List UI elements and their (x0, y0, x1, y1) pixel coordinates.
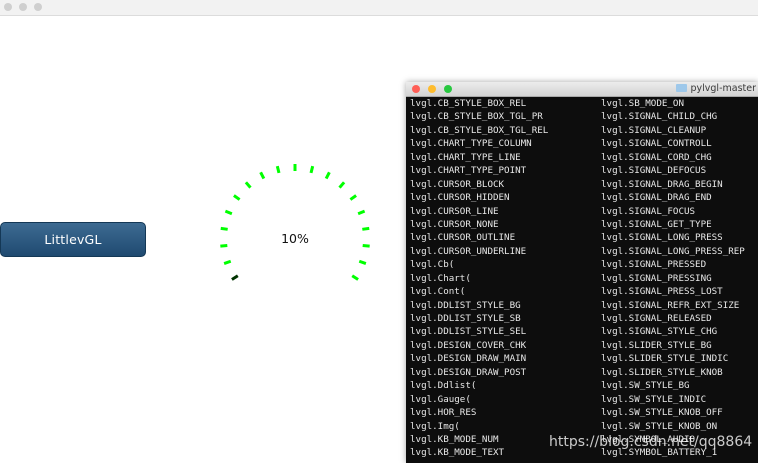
completion-item: lvgl.CHART_TYPE_LINE (410, 151, 521, 163)
completion-item: lvgl.SW_STYLE_KNOB_OFF (601, 407, 723, 419)
completion-item: lvgl.SIGNAL_DRAG_END (601, 192, 712, 204)
folder-icon (676, 83, 688, 92)
completion-item: lvgl.SIGNAL_STYLE_CHG (601, 326, 718, 338)
completion-column-right: lvgl.SB_MODE_ON lvgl.SIGNAL_CHILD_CHG lvgl… (601, 97, 745, 460)
gauge-tick (351, 274, 359, 281)
littlevgl-button[interactable]: LittlevGL (0, 222, 146, 257)
completion-item: lvgl.Ddlist( (410, 380, 477, 392)
completion-item: lvgl.SB_MODE_ON (601, 98, 684, 109)
completion-item: lvgl.SLIDER_STYLE_BG (601, 339, 712, 351)
completion-item: lvgl.CURSOR_BLOCK (410, 178, 505, 190)
completion-item: lvgl.CB_STYLE_BOX_TGL_PR (410, 111, 543, 123)
gauge-tick (338, 181, 346, 189)
completion-item: lvgl.SIGNAL_RELEASED (601, 313, 712, 324)
gauge-tick (357, 209, 366, 216)
completion-item: lvgl.CURSOR_LINE (410, 205, 499, 217)
completion-column-left: lvgl.CB_STYLE_BOX_REL lvgl.CB_STYLE_BOX_T… (410, 97, 548, 460)
completion-item: lvgl.DDLIST_STYLE_SB (410, 313, 521, 324)
completion-item: lvgl.SIGNAL_CORD_CHG (601, 151, 712, 163)
completion-item: lvgl.SIGNAL_GET_TYPE (601, 218, 712, 230)
gauge-tick (220, 243, 228, 248)
gauge-tick (324, 171, 331, 180)
completion-item: lvgl.Cont( (410, 286, 466, 298)
completion-item: lvgl.CB_STYLE_BOX_TGL_REL (410, 124, 549, 136)
gauge-value-label: 10% (281, 231, 309, 246)
completion-item: lvgl.CB_STYLE_BOX_REL (410, 98, 527, 109)
completion-item: lvgl.SIGNAL_CONTROLL (601, 138, 712, 150)
completion-item: lvgl.SIGNAL_REFR_EXT_SIZE (601, 299, 740, 311)
completion-item: lvgl.KB_MODE_NUM (410, 433, 499, 445)
completion-item: lvgl.SIGNAL_CHILD_CHG (601, 111, 718, 123)
completion-item: lvgl.SIGNAL_PRESS_LOST (601, 286, 723, 298)
completion-item: lvgl.SIGNAL_LONG_PRESS (601, 232, 723, 244)
completion-item: lvgl.DESIGN_DRAW_POST (410, 366, 527, 378)
completion-item: lvgl.SW_STYLE_KNOB_ON (601, 420, 718, 432)
completion-item: lvgl.SIGNAL_DRAG_BEGIN (601, 178, 723, 190)
gauge-tick (362, 243, 370, 248)
gauge-tick (233, 194, 241, 201)
completion-item: lvgl.SIGNAL_PRESSED (601, 259, 707, 271)
completion-item: lvgl.HOR_RES (410, 407, 477, 419)
completion-item: lvgl.CHART_TYPE_POINT (410, 165, 527, 177)
close-icon[interactable] (412, 85, 420, 93)
window-title-bar (0, 0, 758, 16)
completion-item: lvgl.CURSOR_UNDERLINE (410, 245, 527, 257)
completion-item: lvgl.SW_STYLE_BG (601, 380, 690, 392)
gauge-tick (231, 274, 239, 281)
completion-item: lvgl.SIGNAL_FOCUS (601, 205, 696, 217)
completion-item: lvgl.SW_STYLE_INDIC (601, 393, 707, 405)
completion-item: lvgl.SIGNAL_PRESSING (601, 272, 712, 284)
completion-item: lvgl.DESIGN_DRAW_MAIN (410, 353, 527, 365)
gauge-arc (220, 164, 370, 281)
completion-item: lvgl.CURSOR_NONE (410, 218, 499, 230)
gauge-tick (358, 259, 367, 265)
completion-item: lvgl.SIGNAL_CLEANUP (601, 124, 707, 136)
gauge-tick (220, 226, 228, 231)
terminal-window: pylvgl-master lvgl.CB_STYLE_BOX_REL lvgl.… (406, 82, 758, 463)
gauge-tick (244, 181, 252, 189)
completion-item: lvgl.CHART_TYPE_COLUMN (410, 138, 532, 150)
watermark: https://blog.csdn.net/qq8864 (549, 434, 753, 450)
minimize-icon[interactable] (19, 3, 27, 11)
terminal-title: pylvgl-master (676, 83, 756, 94)
gauge-tick (275, 165, 281, 174)
completion-item: lvgl.KB_MODE_TEXT (410, 447, 505, 459)
completion-item: lvgl.Gauge( (410, 393, 471, 405)
completion-item: lvgl.Chart( (410, 272, 471, 284)
terminal-title-bar: pylvgl-master (406, 82, 758, 97)
completion-item: lvgl.SIGNAL_DEFOCUS (601, 165, 707, 177)
completion-item: lvgl.DDLIST_STYLE_BG (410, 299, 521, 311)
terminal-title-text: pylvgl-master (690, 83, 756, 94)
minimize-icon[interactable] (428, 85, 436, 93)
gauge-tick (309, 165, 315, 174)
completion-item: lvgl.CURSOR_OUTLINE (410, 232, 516, 244)
gauge-tick (259, 171, 266, 180)
completion-item: lvgl.SLIDER_STYLE_KNOB (601, 366, 723, 378)
close-icon[interactable] (4, 3, 12, 11)
completion-item: lvgl.DESIGN_COVER_CHK (410, 339, 527, 351)
gauge-tick (349, 194, 357, 201)
gauge-tick (224, 209, 233, 216)
zoom-icon[interactable] (444, 85, 452, 93)
gauge-tick (223, 259, 232, 265)
gauge-tick (362, 226, 370, 231)
completion-item: lvgl.DDLIST_STYLE_SEL (410, 326, 527, 338)
completion-item: lvgl.CURSOR_HIDDEN (410, 192, 510, 204)
completion-item: lvgl.Img( (410, 420, 460, 432)
completion-item: lvgl.SLIDER_STYLE_INDIC (601, 353, 729, 365)
completion-item: lvgl.Cb( (410, 259, 455, 271)
maximize-icon[interactable] (34, 3, 42, 11)
completion-item: lvgl.SIGNAL_LONG_PRESS_REP (601, 245, 745, 257)
